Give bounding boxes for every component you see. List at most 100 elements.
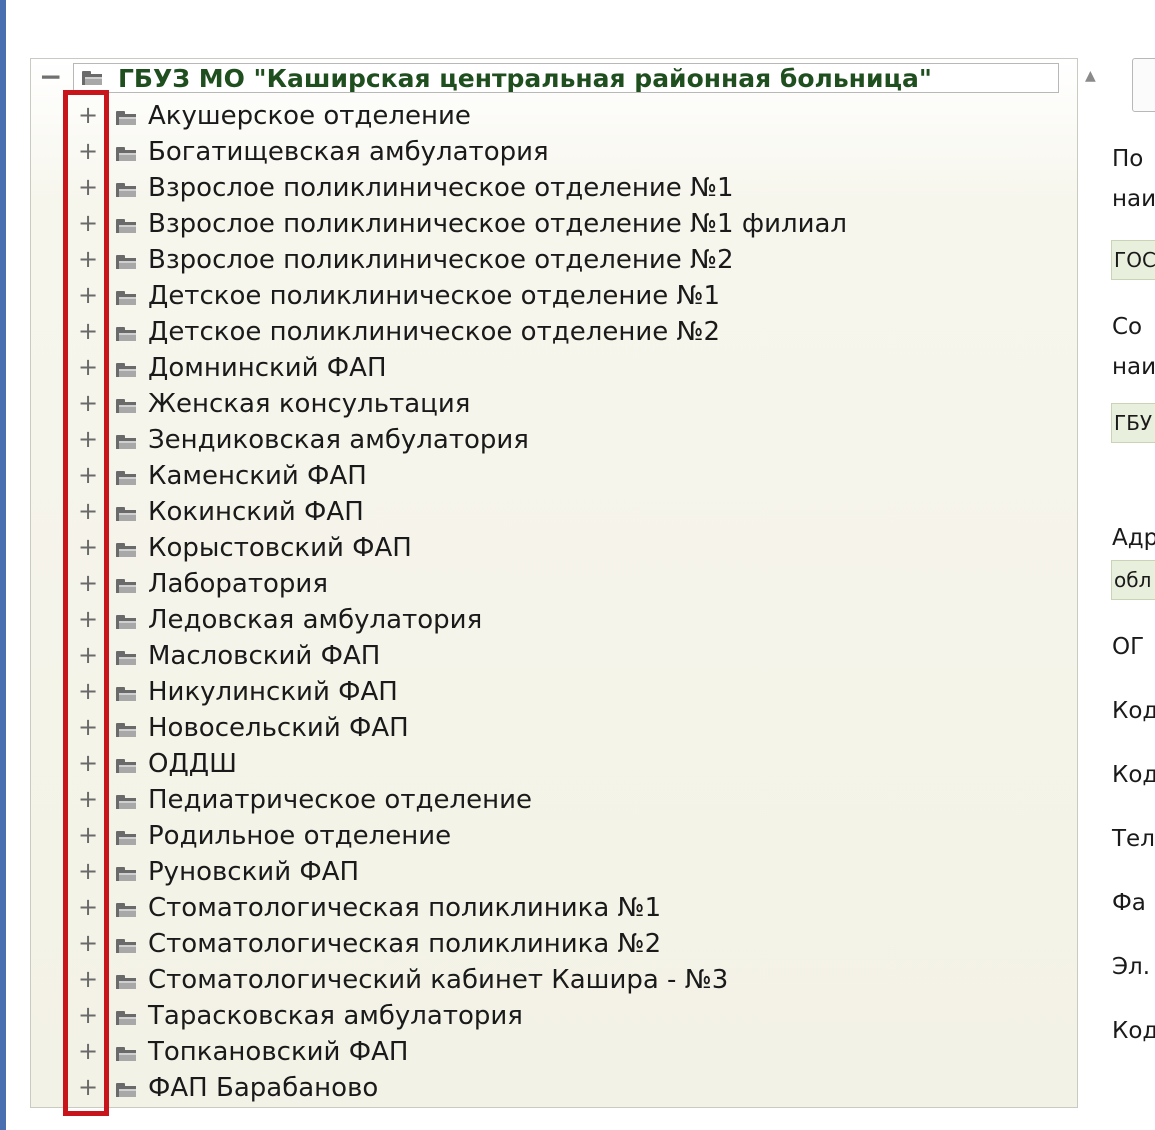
tree-node[interactable]: + Никулинский ФАП — [31, 675, 1071, 711]
tree-node-label[interactable]: Взрослое поликлиническое отделение №1 фи… — [148, 207, 847, 241]
detail-label: наи — [1112, 186, 1155, 212]
short-name-field[interactable]: ГБУ — [1111, 403, 1155, 443]
expand-plus-icon[interactable]: + — [78, 783, 98, 819]
tree-node-label[interactable]: Лаборатория — [148, 567, 328, 601]
expand-plus-icon[interactable]: + — [78, 819, 98, 855]
tree-node-label[interactable]: Стоматологический кабинет Кашира - №3 — [148, 963, 728, 997]
tree-node[interactable]: + ОДДШ — [31, 747, 1071, 783]
tree-node[interactable]: + Зендиковская амбулатория — [31, 423, 1071, 459]
tree-node-label[interactable]: Родильное отделение — [148, 819, 451, 853]
tree-node-label[interactable]: Богатищевская амбулатория — [148, 135, 549, 169]
expand-plus-icon[interactable]: + — [78, 567, 98, 603]
folder-icon — [116, 759, 138, 773]
tree-node[interactable]: + Каменский ФАП — [31, 459, 1071, 495]
tree-node[interactable]: + Детское поликлиническое отделение №1 — [31, 279, 1071, 315]
expand-plus-icon[interactable]: + — [78, 315, 98, 351]
tree-node-label[interactable]: Детское поликлиническое отделение №2 — [148, 315, 720, 349]
tree-node[interactable]: + Стоматологическая поликлиника №2 — [31, 927, 1071, 963]
tree-node[interactable]: + Детское поликлиническое отделение №2 — [31, 315, 1071, 351]
details-button[interactable] — [1132, 58, 1155, 112]
tree-node[interactable]: + Руновский ФАП — [31, 855, 1071, 891]
tree-node-label[interactable]: Зендиковская амбулатория — [148, 423, 529, 457]
tree-node-label[interactable]: ФАП Барабаново — [148, 1071, 378, 1105]
tree-node-label[interactable]: Каменский ФАП — [148, 459, 367, 493]
tree-node-label[interactable]: Стоматологическая поликлиника №1 — [148, 891, 661, 925]
expand-plus-icon[interactable]: + — [78, 243, 98, 279]
tree-node[interactable]: + Педиатрическое отделение — [31, 783, 1071, 819]
expand-plus-icon[interactable]: + — [78, 495, 98, 531]
expand-plus-icon[interactable]: + — [78, 423, 98, 459]
detail-label: Со — [1112, 314, 1143, 340]
tree-node-label[interactable]: Новосельский ФАП — [148, 711, 409, 745]
expand-plus-icon[interactable]: + — [78, 855, 98, 891]
expand-plus-icon[interactable]: + — [78, 1035, 98, 1071]
tree-node[interactable]: + Акушерское отделение — [31, 99, 1071, 135]
detail-label: Фа — [1112, 890, 1146, 916]
tree-node-label[interactable]: Кокинский ФАП — [148, 495, 364, 529]
expand-plus-icon[interactable]: + — [78, 927, 98, 963]
expand-plus-icon[interactable]: + — [78, 351, 98, 387]
expand-plus-icon[interactable]: + — [78, 711, 98, 747]
expand-plus-icon[interactable]: + — [78, 999, 98, 1035]
tree-node-label[interactable]: Акушерское отделение — [148, 99, 471, 133]
tree-node[interactable]: + Новосельский ФАП — [31, 711, 1071, 747]
tree-node-label[interactable]: Стоматологическая поликлиника №2 — [148, 927, 661, 961]
full-name-field[interactable]: ГОС — [1111, 240, 1155, 280]
tree-node-label[interactable]: Детское поликлиническое отделение №1 — [148, 279, 720, 313]
expand-plus-icon[interactable]: + — [78, 1071, 98, 1107]
expand-plus-icon[interactable]: + — [78, 459, 98, 495]
scroll-up-arrow-icon[interactable]: ▲ — [1085, 68, 1096, 84]
tree-node[interactable]: + Корыстовский ФАП — [31, 531, 1071, 567]
expand-plus-icon[interactable]: + — [78, 99, 98, 135]
tree-node-label[interactable]: Топкановский ФАП — [148, 1035, 408, 1069]
tree-node[interactable]: + Родильное отделение — [31, 819, 1071, 855]
tree-node[interactable]: + Масловский ФАП — [31, 639, 1071, 675]
tree-node[interactable]: + Взрослое поликлиническое отделение №2 — [31, 243, 1071, 279]
tree-root-node[interactable]: − ГБУЗ МО "Каширская центральная районна… — [31, 61, 1071, 97]
expand-plus-icon[interactable]: + — [78, 135, 98, 171]
expand-plus-icon[interactable]: + — [78, 891, 98, 927]
tree-node-label[interactable]: Руновский ФАП — [148, 855, 359, 889]
tree-node[interactable]: + Ледовская амбулатория — [31, 603, 1071, 639]
tree-node-label[interactable]: Тарасковская амбулатория — [148, 999, 523, 1033]
tree-node[interactable]: + ФАП Барабаново — [31, 1071, 1071, 1107]
tree-node[interactable]: + Тарасковская амбулатория — [31, 999, 1071, 1035]
tree-node-label[interactable]: Взрослое поликлиническое отделение №2 — [148, 243, 734, 277]
expand-plus-icon[interactable]: + — [78, 639, 98, 675]
detail-label: Адр — [1112, 525, 1155, 551]
expand-plus-icon[interactable]: + — [78, 387, 98, 423]
tree-node-label[interactable]: ОДДШ — [148, 747, 237, 781]
expand-plus-icon[interactable]: + — [78, 675, 98, 711]
tree-node-label[interactable]: Женская консультация — [148, 387, 470, 421]
expand-plus-icon[interactable]: + — [78, 171, 98, 207]
tree-node[interactable]: + Стоматологическая поликлиника №1 — [31, 891, 1071, 927]
tree-node[interactable]: + Кокинский ФАП — [31, 495, 1071, 531]
tree-node[interactable]: + Стоматологический кабинет Кашира - №3 — [31, 963, 1071, 999]
expand-plus-icon[interactable]: + — [78, 747, 98, 783]
tree-node[interactable]: + Женская консультация — [31, 387, 1071, 423]
tree-node-label[interactable]: Никулинский ФАП — [148, 675, 398, 709]
expand-plus-icon[interactable]: + — [78, 207, 98, 243]
tree-node-label[interactable]: Педиатрическое отделение — [148, 783, 532, 817]
detail-label: Код — [1112, 698, 1155, 724]
expand-plus-icon[interactable]: + — [78, 603, 98, 639]
tree-node-label[interactable]: Взрослое поликлиническое отделение №1 — [148, 171, 734, 205]
tree-node-label[interactable]: Домнинский ФАП — [148, 351, 387, 385]
tree-root-label-box[interactable]: ГБУЗ МО "Каширская центральная районная … — [73, 63, 1059, 93]
tree-node-label[interactable]: Корыстовский ФАП — [148, 531, 412, 565]
tree-node[interactable]: + Взрослое поликлиническое отделение №1 — [31, 171, 1071, 207]
tree-node[interactable]: + Лаборатория — [31, 567, 1071, 603]
tree-node[interactable]: + Богатищевская амбулатория — [31, 135, 1071, 171]
detail-label: Тел — [1112, 826, 1155, 852]
tree-node[interactable]: + Топкановский ФАП — [31, 1035, 1071, 1071]
expand-plus-icon[interactable]: + — [78, 279, 98, 315]
collapse-toggle[interactable]: − — [39, 63, 62, 91]
expand-plus-icon[interactable]: + — [78, 531, 98, 567]
tree-node[interactable]: + Домнинский ФАП — [31, 351, 1071, 387]
address-field[interactable]: обл — [1111, 560, 1155, 600]
expand-plus-icon[interactable]: + — [78, 963, 98, 999]
folder-icon — [116, 795, 138, 809]
tree-node-label[interactable]: Ледовская амбулатория — [148, 603, 482, 637]
tree-node-label[interactable]: Масловский ФАП — [148, 639, 380, 673]
tree-node[interactable]: + Взрослое поликлиническое отделение №1 ф… — [31, 207, 1071, 243]
